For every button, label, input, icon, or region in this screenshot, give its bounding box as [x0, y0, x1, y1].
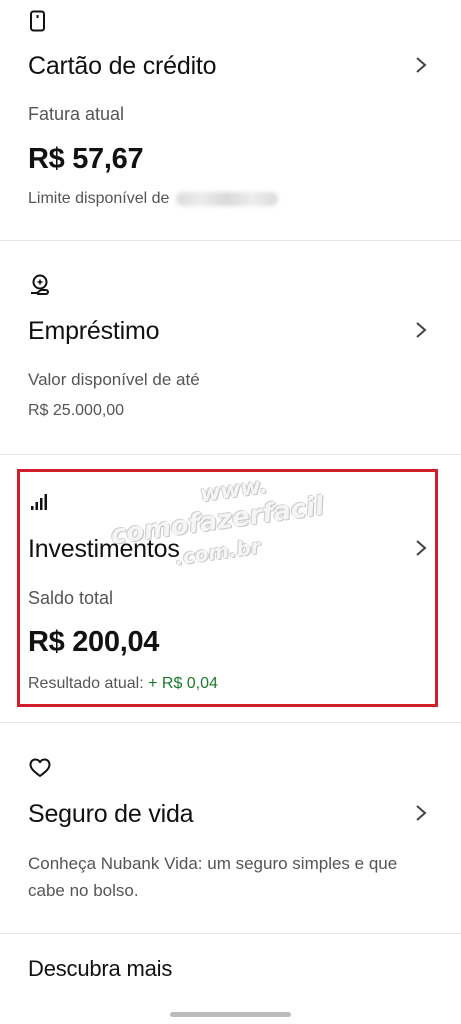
loan-title: Empréstimo [28, 317, 160, 345]
heart-icon [29, 758, 51, 777]
life-insurance-description-line-1: Conheça Nubank Vida: um seguro simples e… [28, 854, 398, 873]
home-indicator[interactable] [170, 1012, 291, 1017]
available-limit-label: Limite disponível de [28, 190, 170, 207]
loan-available-amount: R$ 25.000,00 [28, 402, 125, 419]
chevron-right-icon[interactable] [415, 804, 427, 822]
chevron-right-icon[interactable] [415, 321, 427, 339]
card-icon [30, 10, 45, 32]
credit-card-section[interactable]: Cartão de crédito Fatura atual R$ 57,67 … [0, 0, 461, 240]
highlight-box [17, 469, 438, 707]
loan-hand-icon [31, 274, 49, 295]
current-bill-label: Fatura atual [28, 104, 125, 124]
blurred-limit-value [175, 191, 278, 206]
chevron-right-icon[interactable] [415, 56, 427, 74]
current-bill-amount: R$ 57,67 [28, 143, 144, 175]
loan-section[interactable]: Empréstimo Valor disponível de até R$ 25… [0, 241, 461, 454]
life-insurance-description-line-2: cabe no bolso. [28, 881, 139, 900]
loan-available-label: Valor disponível de até [28, 370, 200, 389]
available-limit: Limite disponível de [28, 190, 278, 208]
credit-card-title: Cartão de crédito [28, 52, 217, 80]
discover-more-section[interactable]: Descubra mais [0, 934, 461, 1004]
life-insurance-section[interactable]: Seguro de vida Conheça Nubank Vida: um s… [0, 723, 461, 933]
discover-more-title: Descubra mais [28, 956, 173, 981]
life-insurance-title: Seguro de vida [28, 800, 194, 828]
